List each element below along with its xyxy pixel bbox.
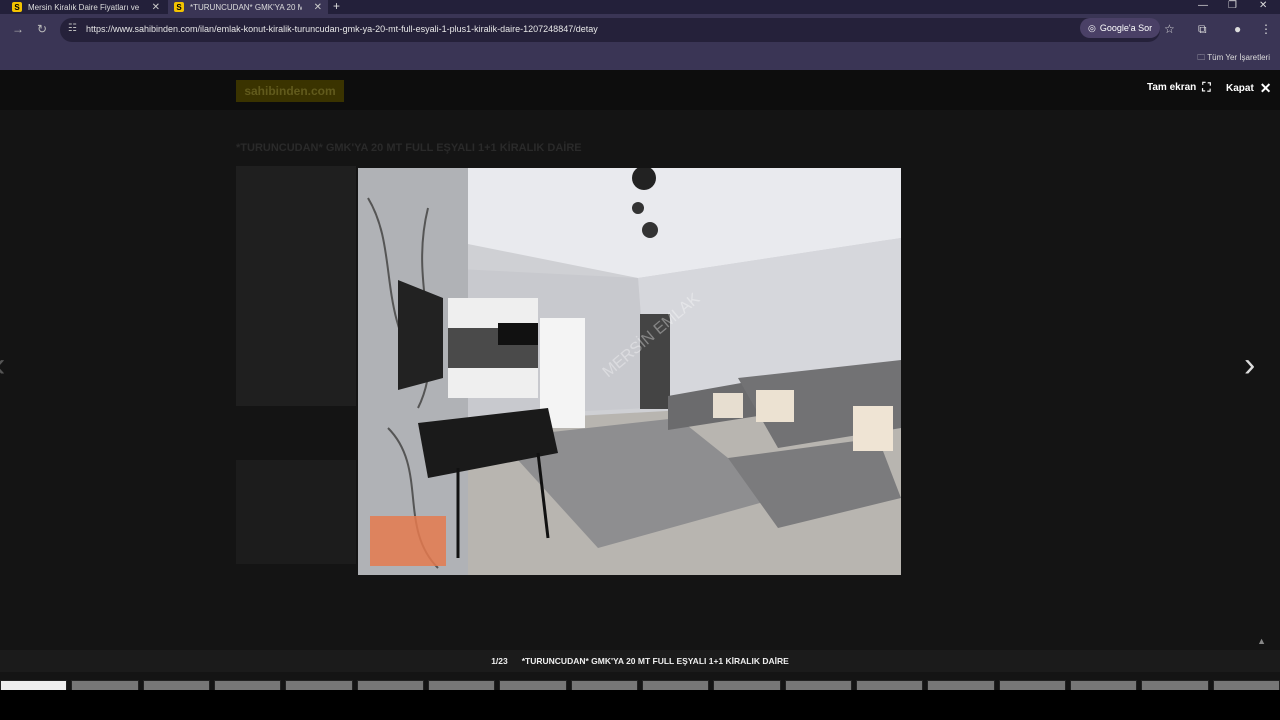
thumbnail[interactable] [998,680,1066,690]
listing-image-dimmed [236,166,356,406]
site-header-dimmed: sahibinden.com [0,70,1280,110]
thumbnail[interactable] [499,680,567,690]
url-text: https://www.sahibinden.com/ilan/emlak-ko… [86,24,598,34]
tab-title: Mersin Kiralık Daire Fiyatları ve [28,2,140,12]
extensions-icon[interactable]: ⧉ [1198,22,1207,37]
thumbnail[interactable] [1212,680,1280,690]
close-icon: ✕ [1259,80,1272,96]
thumbnail-strip [0,680,1280,690]
tab-close-icon[interactable]: ✕ [314,2,322,13]
thumbnail[interactable] [1141,680,1209,690]
thumbnail[interactable] [0,680,68,690]
window-close-icon[interactable]: ✕ [1259,0,1267,11]
minimize-icon[interactable]: — [1198,0,1208,11]
google-sor-label: Google'a Sor [1099,23,1153,33]
thumbnail[interactable] [213,680,282,690]
bookmark-star-icon[interactable]: ☆ [1164,22,1175,36]
thumbnail[interactable] [285,680,353,690]
fullscreen-button[interactable]: Tam ekran ⛶ [1147,80,1211,95]
thumbnail[interactable] [784,680,852,690]
folder-icon: 🗀 [1197,53,1206,62]
bookmarks-bar: 🗀 Tüm Yer İşaretleri [0,46,1280,70]
restore-icon[interactable]: ❐ [1228,0,1237,11]
tab-listing[interactable]: S *TURUNCUDAN* GMK'YA 20 M ✕ [168,0,328,14]
tab-close-icon[interactable]: ✕ [152,2,160,13]
site-logo: sahibinden.com [236,80,344,102]
thumbnail-grid-dimmed [236,460,356,564]
address-bar[interactable]: ☷ https://www.sahibinden.com/ilan/emlak-… [60,18,1160,42]
thumbnail[interactable] [641,680,710,690]
all-bookmarks-link[interactable]: 🗀 Tüm Yer İşaretleri [1197,52,1270,66]
chevron-left-icon[interactable]: ‹ [0,346,5,385]
forward-icon[interactable]: → [12,22,24,36]
thumbnail[interactable] [71,680,139,690]
thumbnail[interactable] [855,680,924,690]
site-info-icon[interactable]: ☷ [68,23,77,34]
google-sor-button[interactable]: ◎ Google'a Sor [1080,18,1161,38]
sahibinden-favicon-icon: S [12,2,22,12]
menu-icon[interactable]: ⋮ [1260,22,1272,36]
tab-mersin[interactable]: S Mersin Kiralık Daire Fiyatları ve ✕ [6,0,166,14]
listing-title-dimmed: *TURUNCUDAN* GMK'YA 20 MT FULL EŞYALI 1+… [236,142,582,154]
tab-title: *TURUNCUDAN* GMK'YA 20 M [190,2,302,12]
sahibinden-favicon-icon: S [174,2,184,12]
chevron-right-icon[interactable]: › [1244,346,1255,385]
fullscreen-icon: ⛶ [1202,80,1211,94]
photo-caption-bar: 1/23 *TURUNCUDAN* GMK'YA 20 MT FULL EŞYA… [0,650,1280,672]
thumbnail[interactable] [570,680,638,690]
new-tab-button[interactable]: + [333,0,340,13]
thumbnail[interactable] [427,680,496,690]
scroll-top-icon[interactable]: ▲ [1257,636,1266,646]
lens-icon: ◎ [1088,22,1096,33]
thumbnail[interactable] [142,680,210,690]
thumbnail[interactable] [1069,680,1138,690]
bottom-bar [0,690,1280,720]
thumbnail[interactable] [713,680,781,690]
close-button[interactable]: Kapat ✕ [1226,80,1272,97]
reload-icon[interactable]: ↻ [37,22,47,36]
photo-counter: 1/23 [491,656,508,666]
listing-photo[interactable]: MERSİN EMLAK [358,168,901,575]
thumbnail[interactable] [356,680,424,690]
tab-strip: S Mersin Kiralık Daire Fiyatları ve ✕ S … [0,0,1280,14]
photo-caption: *TURUNCUDAN* GMK'YA 20 MT FULL EŞYALI 1+… [521,656,789,666]
thumbnail[interactable] [927,680,995,690]
profile-avatar[interactable]: ● [1234,22,1241,36]
page-overlay: sahibinden.com *TURUNCUDAN* GMK'YA 20 MT… [0,70,1280,690]
